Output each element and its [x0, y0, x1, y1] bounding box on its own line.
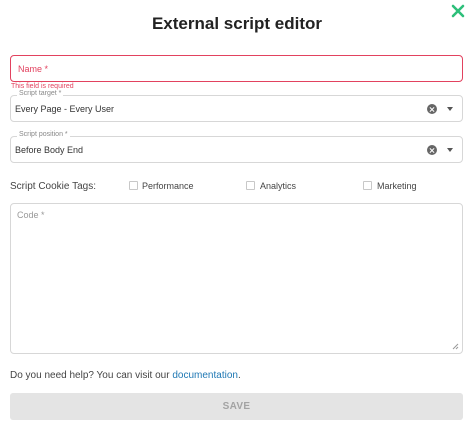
script-position-select[interactable]: Script position * Before Body End	[10, 131, 463, 163]
script-target-select[interactable]: Script target * Every Page - Every User	[10, 90, 463, 122]
script-position-value: Before Body End	[15, 145, 84, 155]
resize-handle-icon[interactable]	[451, 342, 459, 350]
script-target-label: Script target *	[17, 90, 64, 97]
chevron-down-icon[interactable]	[447, 148, 453, 152]
performance-checkbox-label[interactable]: Performance	[142, 181, 194, 191]
help-text: Do you need help? You can visit our docu…	[10, 370, 241, 381]
analytics-checkbox-label[interactable]: Analytics	[260, 181, 296, 191]
save-button[interactable]: SAVE	[10, 393, 463, 420]
name-error-message: This field is required	[11, 83, 74, 90]
code-textarea-label: Code *	[17, 210, 45, 220]
analytics-checkbox[interactable]	[246, 181, 255, 190]
clear-icon[interactable]	[427, 104, 437, 114]
performance-checkbox[interactable]	[129, 181, 138, 190]
help-text-suffix: .	[237, 370, 241, 381]
marketing-checkbox[interactable]	[363, 181, 372, 190]
cookie-tags-label: Script Cookie Tags:	[10, 181, 96, 192]
name-input[interactable]: Name *	[10, 55, 463, 82]
help-text-prefix: Do you need help? You can visit our	[10, 370, 173, 381]
name-input-label: Name *	[18, 64, 49, 74]
documentation-link[interactable]: documentation	[172, 370, 238, 381]
chevron-down-icon[interactable]	[447, 107, 453, 111]
script-position-label: Script position *	[17, 131, 70, 138]
marketing-checkbox-label[interactable]: Marketing	[377, 181, 417, 191]
script-target-value: Every Page - Every User	[15, 104, 115, 114]
clear-icon[interactable]	[427, 145, 437, 155]
code-textarea[interactable]: Code *	[10, 203, 463, 354]
dialog-title: External script editor	[151, 14, 323, 33]
